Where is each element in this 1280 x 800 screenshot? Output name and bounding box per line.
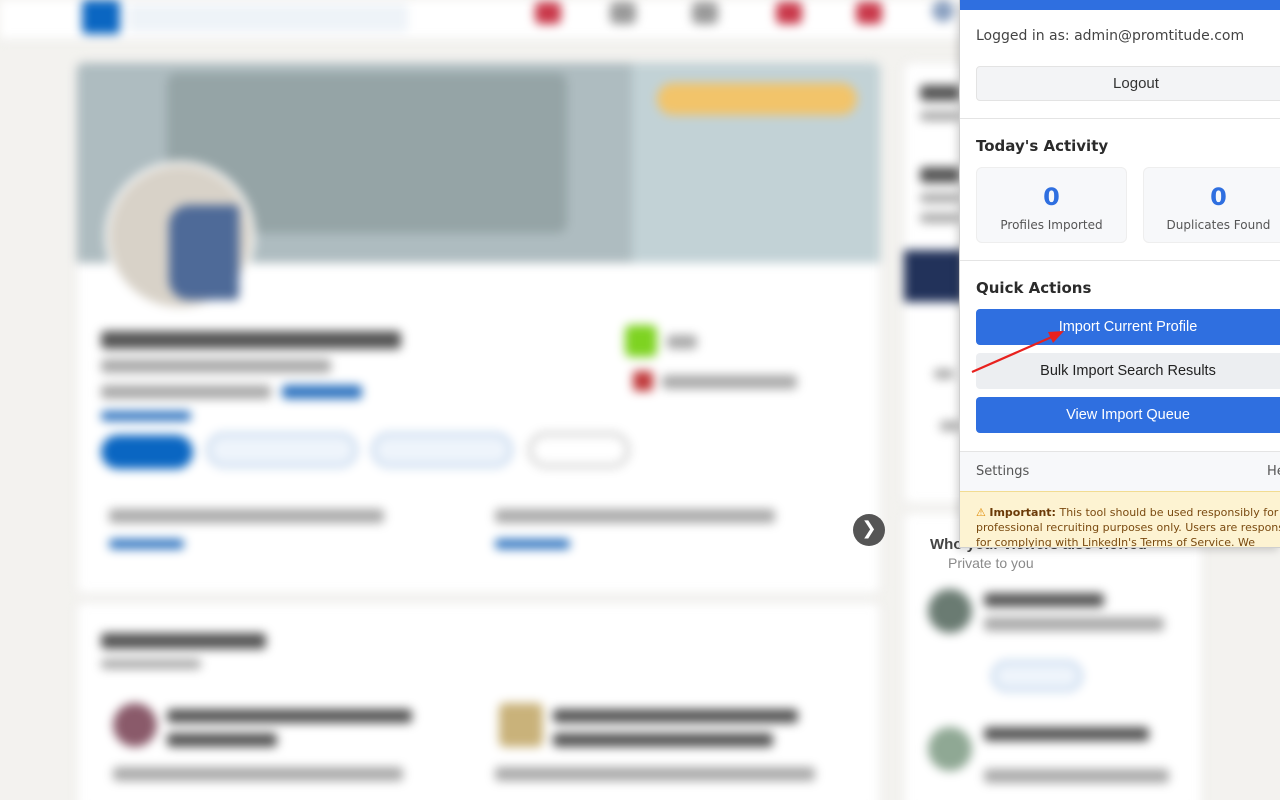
enhance-profile-button [372, 433, 512, 467]
nav-network-icon [610, 2, 636, 24]
carousel-next-button[interactable]: ❯ [853, 514, 885, 546]
divider [960, 118, 1280, 119]
school-logo [633, 371, 653, 391]
divider [960, 451, 1280, 452]
warning-important-label: Important: [989, 506, 1056, 519]
help-link[interactable]: He [1267, 464, 1280, 479]
nav-jobs-icon [692, 2, 718, 24]
bulk-import-search-results-button[interactable]: Bulk Import Search Results [976, 353, 1280, 389]
duplicates-found-stat: 0 Duplicates Found [1143, 167, 1280, 243]
quick-actions-title: Quick Actions [976, 279, 1092, 297]
site-logo [82, 0, 120, 34]
viewers-private-label: Private to you [948, 555, 1034, 571]
add-section-button [207, 433, 357, 467]
extension-popup: Logged in as: admin@promtitude.com Logou… [959, 0, 1280, 548]
profile-location [101, 385, 271, 399]
profile-headline [101, 359, 331, 373]
profile-card [76, 62, 881, 594]
right-rail-ad-image [904, 250, 964, 302]
logout-button[interactable]: Logout [976, 66, 1280, 101]
suggested-card [76, 602, 881, 800]
divider [960, 260, 1280, 261]
nav-notifications-icon [856, 2, 882, 24]
profile-avatar [105, 161, 255, 311]
terms-warning-notice: ⚠ Important: This tool should be used re… [960, 491, 1280, 547]
popup-header [960, 0, 1280, 10]
profile-name [101, 331, 401, 349]
settings-link[interactable]: Settings [976, 464, 1029, 479]
duplicates-found-count: 0 [1210, 183, 1227, 211]
contact-info-link [282, 385, 362, 399]
search-bar [128, 4, 408, 32]
todays-activity-title: Today's Activity [976, 137, 1109, 155]
open-to-button [101, 435, 193, 469]
nav-me-avatar [932, 0, 954, 22]
company-logo [625, 325, 657, 357]
connections-count [101, 411, 191, 421]
nav-home-icon [535, 2, 561, 24]
profiles-imported-label: Profiles Imported [1000, 218, 1103, 232]
duplicates-found-label: Duplicates Found [1166, 218, 1271, 232]
view-import-queue-button[interactable]: View Import Queue [976, 397, 1280, 433]
warning-triangle-icon: ⚠ [976, 506, 986, 519]
logged-in-label: Logged in as: admin@promtitude.com [976, 28, 1245, 44]
nav-messaging-icon [776, 2, 802, 24]
profiles-imported-stat: 0 Profiles Imported [976, 167, 1127, 243]
profiles-imported-count: 0 [1043, 183, 1060, 211]
import-current-profile-button[interactable]: Import Current Profile [976, 309, 1280, 345]
resources-button [529, 433, 629, 467]
